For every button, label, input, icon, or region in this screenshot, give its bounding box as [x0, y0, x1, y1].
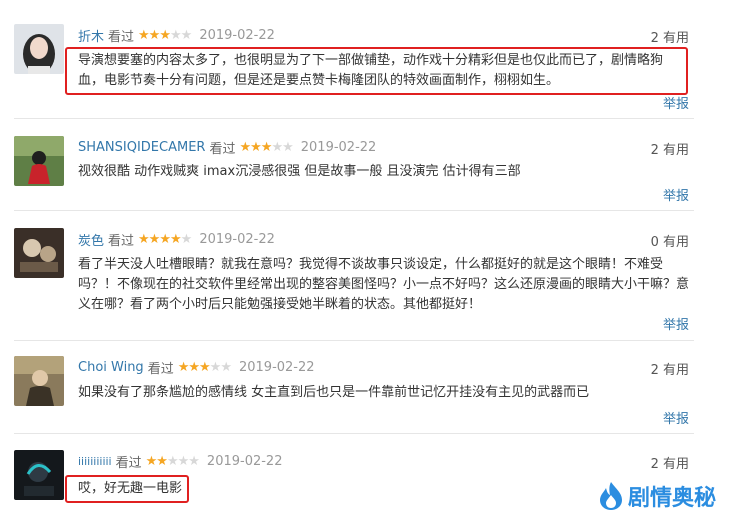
username-link[interactable]: iiiiiiiiiii: [78, 455, 112, 468]
divider: [14, 118, 694, 119]
avatar[interactable]: [14, 450, 64, 500]
useful-button[interactable]: 2 有用: [651, 453, 689, 472]
username-link[interactable]: SHANSIQIDECAMER: [78, 140, 205, 155]
divider: [14, 210, 694, 211]
flame-logo-icon: [600, 482, 622, 510]
username-link[interactable]: 折木: [78, 26, 104, 45]
highlight-box: [65, 475, 189, 503]
watched-label: 看过: [108, 29, 135, 45]
watched-label: 看过: [147, 361, 174, 377]
rating-stars: ★★★★★: [145, 453, 200, 469]
username-link[interactable]: 炭色: [78, 230, 104, 249]
review-date: 2019-02-22: [206, 453, 283, 469]
avatar[interactable]: [14, 136, 64, 186]
rating-stars: ★★★★★: [138, 27, 192, 43]
avatar[interactable]: [14, 24, 64, 74]
report-link[interactable]: 举报: [663, 185, 689, 204]
useful-button[interactable]: 2 有用: [651, 359, 689, 378]
rating-stars: ★★★★★: [138, 231, 192, 247]
review-date: 2019-02-22: [238, 359, 315, 375]
rating-stars: ★★★★★: [239, 139, 293, 155]
review-date: 2019-02-22: [199, 231, 275, 247]
watched-label: 看过: [108, 233, 135, 249]
useful-button[interactable]: 2 有用: [651, 139, 689, 158]
review-content: 如果没有了那条尴尬的感情线 女主直到后也只是一件靠前世记忆开挂没有主见的武器而已: [78, 385, 590, 400]
review-content: 视效很酷 动作戏贼爽 imax沉浸感很强 但是故事一般 且没演完 估计得有三部: [78, 164, 521, 179]
divider: [14, 433, 694, 434]
review-content: 看了半天没人吐槽眼睛？就我在意吗？我觉得不谈故事只谈设定，什么都挺好的就是这个眼…: [78, 257, 690, 312]
review-meta: 折木 看过 ★★★★★ 2019-02-22: [78, 26, 275, 45]
watched-label: 看过: [115, 455, 142, 471]
useful-button[interactable]: 0 有用: [651, 231, 689, 250]
avatar[interactable]: [14, 356, 64, 406]
rating-stars: ★★★★★: [177, 359, 232, 375]
review-meta: Choi Wing 看过 ★★★★★ 2019-02-22: [78, 358, 315, 377]
divider: [14, 340, 694, 341]
avatar[interactable]: [14, 228, 64, 278]
watched-label: 看过: [209, 141, 236, 157]
useful-button[interactable]: 2 有用: [651, 27, 689, 46]
report-link[interactable]: 举报: [663, 408, 689, 427]
username-link[interactable]: Choi Wing: [78, 360, 144, 375]
review-meta: iiiiiiiiiii 看过 ★★★★★ 2019-02-22: [78, 452, 283, 471]
review-meta: 炭色 看过 ★★★★★ 2019-02-22: [78, 230, 275, 249]
review-date: 2019-02-22: [199, 27, 275, 43]
review-meta: SHANSIQIDECAMER 看过 ★★★★★ 2019-02-22: [78, 138, 377, 157]
report-link[interactable]: 举报: [663, 93, 689, 112]
review-date: 2019-02-22: [300, 139, 377, 155]
watermark-text: 剧情奥秘: [628, 485, 717, 510]
report-link[interactable]: 举报: [663, 314, 689, 333]
highlight-box: [65, 47, 688, 95]
watermark: 剧情奥秘: [598, 478, 716, 514]
